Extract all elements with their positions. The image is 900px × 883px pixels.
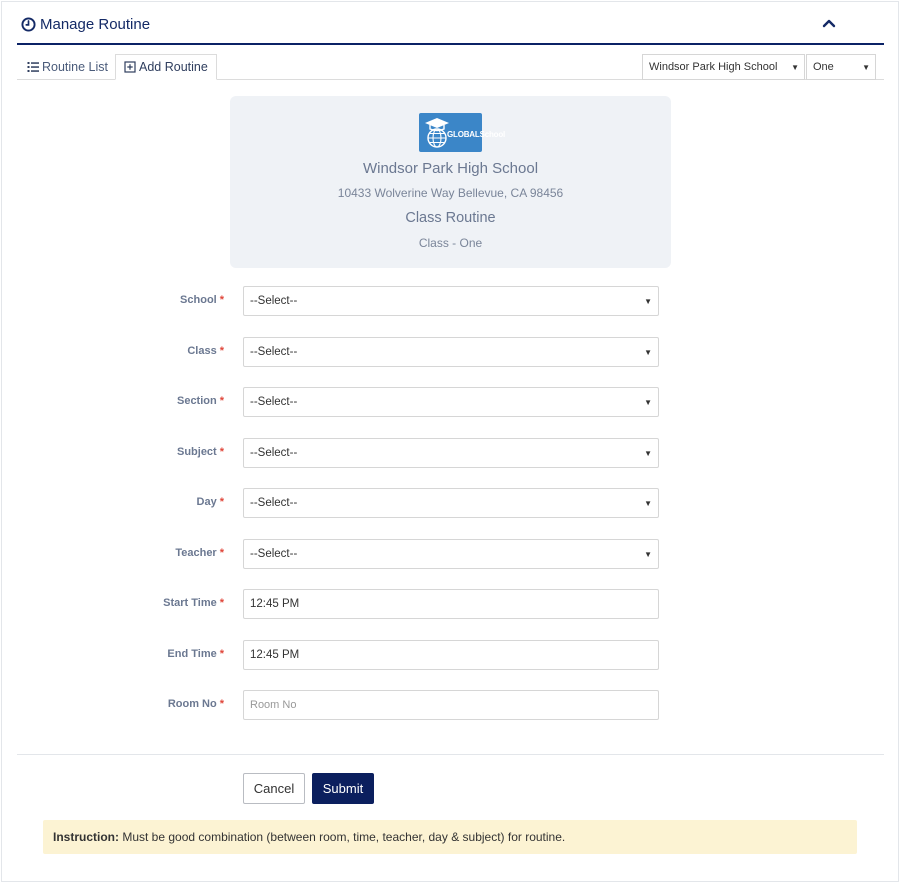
form-row-day: Day * --Select-- ▼ xyxy=(0,488,900,518)
instruction-label: Instruction: xyxy=(53,830,119,844)
instruction-note: Instruction: Must be good combination (b… xyxy=(43,820,857,854)
school-field-label: School * xyxy=(180,294,224,306)
school-select-value: --Select-- xyxy=(250,295,298,307)
school-info-card: GLOBALSchool Windsor Park High School 10… xyxy=(230,96,671,268)
teacher-select-value: --Select-- xyxy=(250,548,298,560)
caret-down-icon: ▼ xyxy=(644,550,652,559)
tab-routine-list[interactable]: Routine List xyxy=(19,54,116,80)
teacher-field-label: Teacher * xyxy=(175,547,224,559)
room-no-field-label: Room No * xyxy=(167,698,224,710)
class-select-value: --Select-- xyxy=(250,346,298,358)
caret-down-icon: ▼ xyxy=(644,449,652,458)
end-time-input[interactable]: 12:45 PM xyxy=(243,640,659,670)
form-divider xyxy=(17,754,884,755)
form-row-start-time: Start Time * 12:45 PM xyxy=(0,589,900,619)
start-time-field-label: Start Time * xyxy=(163,597,224,609)
panel-header: Manage Routine xyxy=(17,10,884,45)
routine-title: Class Routine xyxy=(405,210,496,226)
caret-down-icon: ▼ xyxy=(644,499,652,508)
form-row-end-time: End Time * 12:45 PM xyxy=(0,640,900,670)
form-row-class: Class * --Select-- ▼ xyxy=(0,337,900,367)
form-row-teacher: Teacher * --Select-- ▼ xyxy=(0,539,900,569)
school-logo: GLOBALSchool xyxy=(419,113,505,152)
start-time-value: 12:45 PM xyxy=(250,598,300,610)
teacher-select[interactable]: --Select-- ▼ xyxy=(243,539,659,569)
panel-title-wrap: Manage Routine xyxy=(21,16,150,33)
tab-routine-list-label: Routine List xyxy=(42,60,109,74)
list-icon xyxy=(27,62,39,72)
class-label: Class - One xyxy=(418,236,483,250)
page-title: Manage Routine xyxy=(40,16,151,33)
school-select[interactable]: --Select-- ▼ xyxy=(243,286,659,316)
caret-down-icon: ▼ xyxy=(791,63,799,72)
instruction-text: Must be good combination (between room, … xyxy=(122,830,566,844)
school-filter-select[interactable]: Windsor Park High School ▼ xyxy=(642,54,805,80)
school-address: 10433 Wolverine Way Bellevue, CA 98456 xyxy=(337,186,564,200)
school-filter-value: Windsor Park High School xyxy=(649,61,778,73)
logo-text: GLOBALSchool xyxy=(447,130,506,139)
form-row-school: School * --Select-- ▼ xyxy=(0,286,900,316)
submit-button[interactable]: Submit xyxy=(312,773,374,804)
day-select-value: --Select-- xyxy=(250,497,298,509)
chevron-up-icon[interactable] xyxy=(822,18,836,28)
form-row-section: Section * --Select-- ▼ xyxy=(0,387,900,417)
tab-add-routine[interactable]: Add Routine xyxy=(115,54,217,80)
section-select-value: --Select-- xyxy=(250,396,298,408)
end-time-value: 12:45 PM xyxy=(250,649,300,661)
form-row-room-no: Room No * Room No xyxy=(0,690,900,720)
cancel-button[interactable]: Cancel xyxy=(243,773,305,804)
day-select[interactable]: --Select-- ▼ xyxy=(243,488,659,518)
clock-icon xyxy=(21,17,36,32)
start-time-input[interactable]: 12:45 PM xyxy=(243,589,659,619)
caret-down-icon: ▼ xyxy=(862,63,870,72)
tab-add-routine-label: Add Routine xyxy=(139,60,208,74)
subject-field-label: Subject * xyxy=(176,446,224,458)
class-filter-select[interactable]: One ▼ xyxy=(806,54,876,80)
caret-down-icon: ▼ xyxy=(644,398,652,407)
room-no-input[interactable]: Room No xyxy=(243,690,659,720)
form-row-subject: Subject * --Select-- ▼ xyxy=(0,438,900,468)
room-no-placeholder: Room No xyxy=(250,699,297,711)
day-field-label: Day * xyxy=(196,496,224,508)
class-field-label: Class * xyxy=(187,345,224,357)
school-name: Windsor Park High School xyxy=(362,160,539,177)
class-filter-value: One xyxy=(813,61,834,73)
subject-select-value: --Select-- xyxy=(250,447,298,459)
caret-down-icon: ▼ xyxy=(644,297,652,306)
section-select[interactable]: --Select-- ▼ xyxy=(243,387,659,417)
end-time-field-label: End Time * xyxy=(167,648,224,660)
class-select[interactable]: --Select-- ▼ xyxy=(243,337,659,367)
caret-down-icon: ▼ xyxy=(644,348,652,357)
plus-square-icon xyxy=(124,61,136,73)
subject-select[interactable]: --Select-- ▼ xyxy=(243,438,659,468)
section-field-label: Section * xyxy=(176,395,224,407)
